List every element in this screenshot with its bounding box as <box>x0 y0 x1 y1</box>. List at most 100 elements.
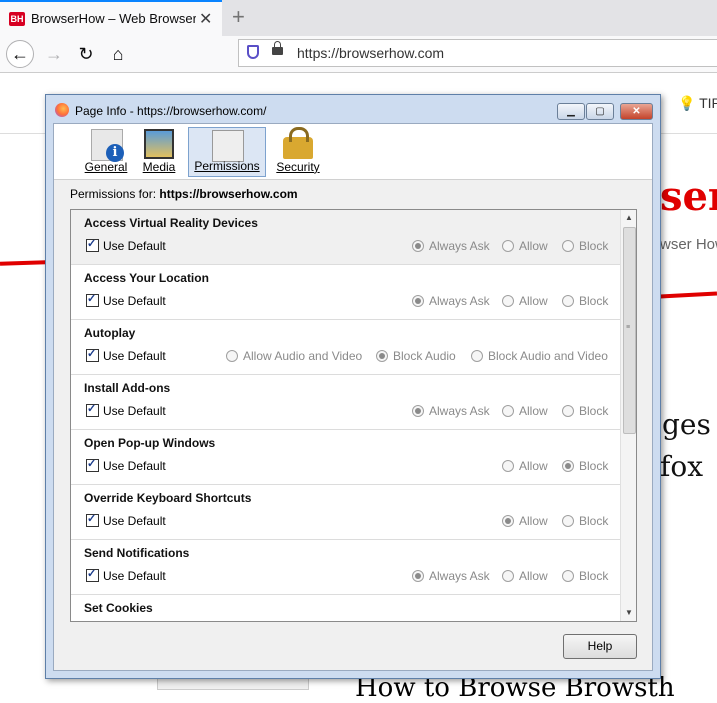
radio-label: Block <box>579 514 609 528</box>
tab-permissions[interactable]: Permissions <box>188 127 266 177</box>
radio-button-icon[interactable] <box>562 405 574 417</box>
dialog-titlebar[interactable]: Page Info - https://browserhow.com/ ▁ ▢ … <box>46 95 660 123</box>
permission-row[interactable]: Override Keyboard Shortcuts Use Default Al… <box>71 485 620 540</box>
tab-media[interactable]: Media <box>136 127 182 177</box>
permission-row[interactable]: Access Virtual Reality Devices Use Defaul… <box>71 210 620 265</box>
close-tab-icon[interactable]: ✕ <box>199 9 212 29</box>
reload-icon[interactable]: ↻ <box>72 40 100 68</box>
use-default-label: Use Default <box>103 459 166 473</box>
radio-option[interactable]: Block <box>562 514 608 528</box>
radio-button-icon[interactable] <box>562 460 574 472</box>
new-tab-icon[interactable]: + <box>232 4 245 30</box>
tracking-shield-icon[interactable] <box>247 45 259 59</box>
radio-option[interactable]: Allow <box>502 404 548 418</box>
back-arrow-icon[interactable]: ← <box>6 40 34 68</box>
radio-option[interactable]: Always Ask <box>412 569 490 583</box>
url-bar[interactable]: https://browserhow.com <box>238 39 717 67</box>
checkbox-checked-icon[interactable] <box>86 567 99 582</box>
scrollbar-thumb[interactable]: ≡ <box>623 227 636 434</box>
radio-option[interactable]: Allow <box>502 459 548 473</box>
permission-title: Open Pop-up Windows <box>84 436 216 450</box>
radio-button-icon[interactable] <box>471 350 483 362</box>
permission-row[interactable]: Access Your Location Use Default Always As… <box>71 265 620 320</box>
use-default-checkbox[interactable]: Use Default <box>86 237 166 253</box>
use-default-checkbox[interactable]: Use Default <box>86 292 166 308</box>
use-default-label: Use Default <box>103 514 166 528</box>
radio-button-icon[interactable] <box>376 350 388 362</box>
radio-option[interactable]: Block <box>562 569 608 583</box>
lock-icon <box>283 127 313 159</box>
checkbox-checked-icon[interactable] <box>86 512 99 527</box>
maximize-button[interactable]: ▢ <box>586 103 614 120</box>
radio-button-icon[interactable] <box>412 405 424 417</box>
use-default-checkbox[interactable]: Use Default <box>86 567 166 583</box>
radio-button-icon[interactable] <box>226 350 238 362</box>
checkbox-checked-icon[interactable] <box>86 402 99 417</box>
use-default-checkbox[interactable]: Use Default <box>86 512 166 528</box>
radio-option[interactable]: Block <box>562 294 608 308</box>
url-text[interactable]: https://browserhow.com <box>297 45 444 61</box>
checkbox-checked-icon[interactable] <box>86 347 99 362</box>
permission-row[interactable]: Send Notifications Use Default Always Ask A… <box>71 540 620 595</box>
use-default-checkbox[interactable]: Use Default <box>86 457 166 473</box>
radio-button-icon[interactable] <box>412 295 424 307</box>
radio-button-icon[interactable] <box>502 405 514 417</box>
permission-title: Access Your Location <box>84 271 209 285</box>
padlock-icon[interactable] <box>272 41 283 55</box>
radio-button-icon[interactable] <box>502 295 514 307</box>
radio-option[interactable]: Block Audio <box>376 349 456 363</box>
tab-title: BrowserHow – Web Browser Ho <box>31 11 196 26</box>
radio-option[interactable]: Allow <box>502 294 548 308</box>
checkbox-checked-icon[interactable] <box>86 292 99 307</box>
radio-button-icon[interactable] <box>412 240 424 252</box>
checkbox-checked-icon[interactable] <box>86 457 99 472</box>
permission-row[interactable]: Set Cookies <box>71 595 620 621</box>
use-default-checkbox[interactable]: Use Default <box>86 402 166 418</box>
permission-title: Override Keyboard Shortcuts <box>84 491 252 505</box>
radio-button-icon[interactable] <box>412 570 424 582</box>
radio-option[interactable]: Block <box>562 459 608 473</box>
permission-row[interactable]: Open Pop-up Windows Use Default Allow Block <box>71 430 620 485</box>
radio-option[interactable]: Block Audio and Video <box>471 349 608 363</box>
page-info-tabs: General Media Permissions Security <box>54 124 652 180</box>
close-button[interactable]: ✕ <box>620 103 653 120</box>
radio-option[interactable]: Block <box>562 404 608 418</box>
navigation-bar: ← → ↻ ⌂ https://browserhow.com <box>0 36 717 73</box>
radio-button-icon[interactable] <box>562 515 574 527</box>
radio-option[interactable]: Always Ask <box>412 294 490 308</box>
radio-label: Allow <box>519 569 548 583</box>
radio-label: Block Audio <box>393 349 456 363</box>
scroll-up-icon[interactable]: ▲ <box>621 210 636 226</box>
permission-row[interactable]: Autoplay Use Default Allow Audio and Video… <box>71 320 620 375</box>
forward-arrow-icon[interactable]: → <box>40 40 68 68</box>
radio-button-icon[interactable] <box>502 460 514 472</box>
use-default-checkbox[interactable]: Use Default <box>86 347 166 363</box>
vertical-scrollbar[interactable]: ▲ ≡ ▼ <box>620 210 636 621</box>
radio-label: Block <box>579 239 609 253</box>
tips-link[interactable]: 💡 TIPS <box>678 95 717 112</box>
radio-button-icon[interactable] <box>502 515 514 527</box>
permissions-list[interactable]: Access Virtual Reality Devices Use Defaul… <box>70 209 637 622</box>
radio-button-icon[interactable] <box>562 240 574 252</box>
radio-option[interactable]: Allow <box>502 514 548 528</box>
browser-tab[interactable]: BH BrowserHow – Web Browser Ho ✕ <box>0 0 222 36</box>
radio-option[interactable]: Always Ask <box>412 239 490 253</box>
tab-security[interactable]: Security <box>272 127 324 177</box>
radio-option[interactable]: Block <box>562 239 608 253</box>
radio-button-icon[interactable] <box>502 240 514 252</box>
radio-button-icon[interactable] <box>502 570 514 582</box>
radio-option[interactable]: Allow <box>502 239 548 253</box>
help-button[interactable]: Help <box>563 634 637 659</box>
home-icon[interactable]: ⌂ <box>104 40 132 68</box>
radio-button-icon[interactable] <box>562 570 574 582</box>
scroll-down-icon[interactable]: ▼ <box>621 605 636 621</box>
minimize-button[interactable]: ▁ <box>557 103 585 120</box>
permission-row[interactable]: Install Add-ons Use Default Always Ask Allo… <box>71 375 620 430</box>
checkbox-checked-icon[interactable] <box>86 237 99 252</box>
site-tagline: wser How <box>660 236 717 253</box>
radio-button-icon[interactable] <box>562 295 574 307</box>
tab-general[interactable]: General <box>80 127 132 177</box>
radio-option[interactable]: Allow Audio and Video <box>226 349 362 363</box>
radio-option[interactable]: Always Ask <box>412 404 490 418</box>
radio-option[interactable]: Allow <box>502 569 548 583</box>
